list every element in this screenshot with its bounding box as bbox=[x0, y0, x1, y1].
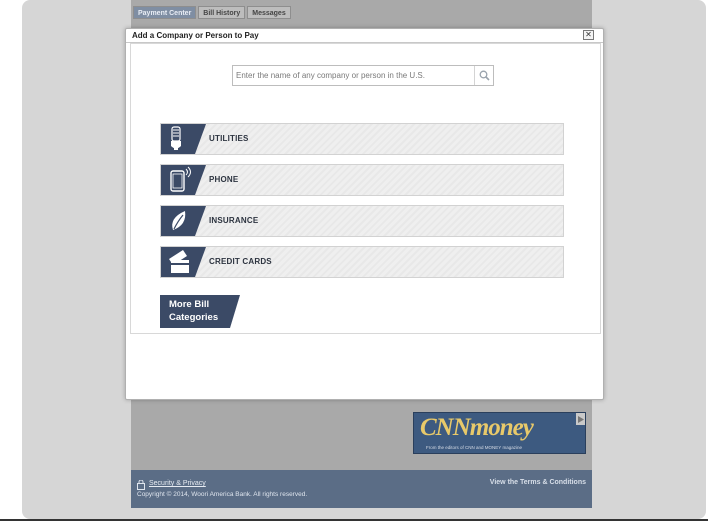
more-categories-button[interactable]: More Bill Categories bbox=[160, 295, 240, 328]
search-icon bbox=[479, 70, 490, 81]
tab-messages[interactable]: Messages bbox=[247, 6, 291, 19]
divider bbox=[0, 519, 708, 521]
copyright-text: Copyright © 2014, Woori America Bank. Al… bbox=[137, 491, 308, 498]
dialog-content: UTILITIES PHONE bbox=[130, 43, 601, 334]
security-privacy-link[interactable]: Security & Privacy bbox=[149, 480, 206, 487]
ad-brand: CNNmoney bbox=[420, 414, 534, 441]
leaf-icon bbox=[161, 206, 206, 236]
category-label: INSURANCE bbox=[209, 216, 259, 225]
payee-search-input[interactable] bbox=[233, 66, 474, 85]
play-icon bbox=[576, 413, 585, 425]
category-label: CREDIT CARDS bbox=[209, 257, 272, 266]
dialog-title: Add a Company or Person to Pay bbox=[132, 31, 259, 40]
more-line-1: More Bill bbox=[169, 299, 210, 310]
ad-tagline: From the editors of CNN and MONEY magazi… bbox=[426, 445, 522, 450]
category-label: UTILITIES bbox=[209, 134, 249, 143]
category-credit-cards[interactable]: CREDIT CARDS bbox=[160, 246, 564, 278]
terms-link[interactable]: View the Terms & Conditions bbox=[490, 479, 586, 486]
close-button[interactable]: ✕ bbox=[583, 30, 594, 40]
phone-icon bbox=[161, 165, 206, 195]
category-utilities[interactable]: UTILITIES bbox=[160, 123, 564, 155]
category-label: PHONE bbox=[209, 175, 239, 184]
add-payee-dialog: Add a Company or Person to Pay ✕ Enter t… bbox=[125, 28, 604, 400]
more-line-2: Categories bbox=[169, 312, 219, 323]
cnn-money-ad[interactable]: CNNmoney From the editors of CNN and MON… bbox=[413, 412, 586, 454]
credit-card-icon bbox=[161, 247, 206, 277]
lightbulb-icon bbox=[161, 124, 206, 154]
tab-payment-center[interactable]: Payment Center bbox=[133, 6, 197, 19]
category-insurance[interactable]: INSURANCE bbox=[160, 205, 564, 237]
dialog-header: Add a Company or Person to Pay ✕ bbox=[126, 29, 603, 43]
tab-bar: Payment Center Bill History Messages bbox=[133, 6, 291, 19]
page-footer: Security & Privacy Copyright © 2014, Woo… bbox=[131, 470, 592, 508]
search-button[interactable] bbox=[474, 66, 493, 85]
lock-icon bbox=[137, 480, 145, 490]
more-categories-label: More Bill Categories bbox=[169, 298, 218, 324]
category-phone[interactable]: PHONE bbox=[160, 164, 564, 196]
payee-search bbox=[232, 65, 494, 86]
tab-bill-history[interactable]: Bill History bbox=[198, 6, 246, 19]
